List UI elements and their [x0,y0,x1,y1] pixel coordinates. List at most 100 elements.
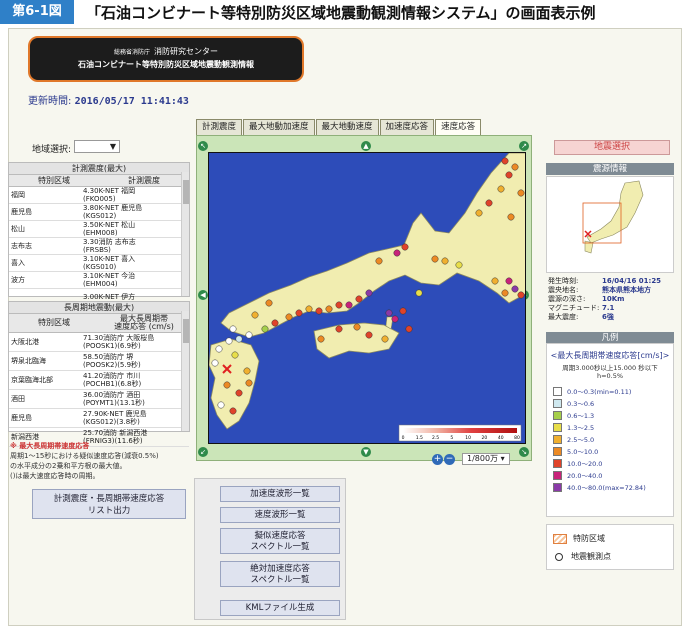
tab-4[interactable]: 加速度応答 [379,119,435,136]
station-marker[interactable] [401,243,409,251]
station-marker[interactable] [243,367,251,375]
pan-north-icon[interactable]: ▲ [361,141,371,151]
acceleration-waveform-button[interactable]: 加速度波形一覧 [220,486,340,502]
station-marker[interactable] [505,277,513,285]
value-cell: 36.00消防庁 酒田 (POYMT1)(13.1秒) [83,391,145,407]
station-marker[interactable] [335,301,343,309]
station-marker[interactable] [375,257,383,265]
station-marker[interactable] [405,325,413,333]
station-marker[interactable] [261,325,269,333]
station-marker[interactable] [393,249,401,257]
station-marker[interactable] [231,351,239,359]
table-scrollbar[interactable] [181,311,189,431]
station-marker[interactable] [245,331,253,339]
station-marker[interactable] [295,309,303,317]
zoom-out-icon[interactable]: − [444,453,455,465]
station-marker[interactable] [317,335,325,343]
table-row[interactable]: 波方 3.10K-NET 今治 (EHM004) [9,272,189,289]
pan-west-icon[interactable]: ◀ [198,290,208,300]
value-cell: 3.00K-NET 伊方 [83,293,136,301]
absolute-acceleration-spectrum-button[interactable]: 絶対加速度応答 スペクトル一覧 [220,561,340,587]
table-row[interactable]: 京葉臨海北部 41.20消防庁 市川 (POCHB1)(6.8秒) [9,371,189,390]
kml-export-button[interactable]: KMLファイル生成 [220,600,340,616]
table-row[interactable]: 松山 3.50K-NET 松山 (EHM008) [9,221,189,238]
legend-item: 2.5〜5.0 [553,433,673,445]
japan-map[interactable]: 0 1.5 2.5 5 10 20 40 80 [208,152,526,444]
pan-southeast-icon[interactable]: ↘ [519,447,529,457]
station-marker[interactable] [415,289,423,297]
station-marker[interactable] [245,379,253,387]
station-marker[interactable] [315,307,323,315]
tab-3[interactable]: 最大地動速度 [315,119,379,136]
pan-northwest-icon[interactable]: ↖ [198,141,208,151]
map-scale-select[interactable]: 1/800万 ▾ [462,453,510,465]
station-marker[interactable] [265,299,273,307]
station-marker[interactable] [441,257,449,265]
table-row[interactable]: 大阪北港 71.30消防庁 大阪桜島 (POOSK1)(6.9秒) [9,333,189,352]
list-output-button[interactable]: 計測震度・長周期帯速度応答 リスト出力 [32,489,186,519]
station-marker[interactable] [431,255,439,263]
station-marker[interactable] [511,163,519,171]
table-row[interactable]: 鹿児島 27.90K-NET 鹿児島 (KGS012)(3.8秒) [9,409,189,428]
station-marker[interactable] [501,157,509,165]
station-marker[interactable] [353,323,361,331]
station-marker[interactable] [365,289,373,297]
station-marker[interactable] [485,199,493,207]
station-marker[interactable] [251,311,259,319]
station-marker[interactable] [505,171,513,179]
station-marker[interactable] [517,189,525,197]
station-marker[interactable] [325,305,333,313]
station-marker[interactable] [229,325,237,333]
station-marker[interactable] [381,335,389,343]
table-row[interactable]: 酒田 36.00消防庁 酒田 (POYMT1)(13.1秒) [9,390,189,409]
table-row[interactable]: 福岡 4.30K-NET 福岡 (FKO005) [9,187,189,204]
table-row[interactable]: 喜入 3.10K-NET 喜入 (KGS010) [9,255,189,272]
pseudo-velocity-spectrum-button[interactable]: 擬似速度応答 スペクトル一覧 [220,528,340,554]
colorbar-tick-label: 20 [482,435,488,441]
station-marker[interactable] [497,185,505,193]
table-scrollbar[interactable] [181,172,189,296]
station-marker[interactable] [285,313,293,321]
tab-2[interactable]: 最大地動加速度 [243,119,315,136]
station-marker[interactable] [455,261,463,269]
station-marker[interactable] [399,307,407,315]
tab-1[interactable]: 計測震度 [196,119,243,136]
station-marker[interactable] [229,407,237,415]
station-marker[interactable] [365,331,373,339]
station-marker[interactable] [235,335,243,343]
pan-northeast-icon[interactable]: ↗ [519,141,529,151]
station-marker[interactable] [217,401,225,409]
table-row[interactable]: 堺泉北臨海 58.50消防庁 堺 (POOSK2)(5.9秒) [9,352,189,371]
note-text: ※ 最大長周期帯速度応答 周期1〜15秒における疑似速度応答(減衰0.5%) の… [10,441,159,481]
zoom-in-icon[interactable]: + [432,453,443,465]
station-marker[interactable] [235,389,243,397]
station-marker[interactable] [271,319,279,327]
area-cell: 志布志 [11,242,32,250]
station-marker[interactable] [211,359,219,367]
station-marker[interactable] [501,289,509,297]
station-marker[interactable] [507,213,515,221]
legend-swatch [553,434,562,444]
pan-southwest-icon[interactable]: ↙ [198,447,208,457]
quake-select-button[interactable]: 地震選択 [554,140,670,155]
station-marker[interactable] [391,315,399,323]
station-marker[interactable] [215,345,223,353]
legend-label: 特防区域 [573,534,605,543]
station-marker[interactable] [511,285,519,293]
station-marker[interactable] [225,337,233,345]
station-marker[interactable] [385,309,393,317]
station-marker[interactable] [345,301,353,309]
table-row[interactable]: 志布志 3.30消防 志布志 (FRSBS) [9,238,189,255]
station-marker[interactable] [223,381,231,389]
velocity-waveform-button[interactable]: 速度波形一覧 [220,507,340,523]
table-row[interactable]: 鹿児島 3.80K-NET 鹿児島 (KGS012) [9,204,189,221]
station-marker[interactable] [491,277,499,285]
pan-south-icon[interactable]: ▼ [361,447,371,457]
station-marker[interactable] [305,305,313,313]
station-marker[interactable] [475,209,483,217]
tab-5[interactable]: 速度応答 [435,119,482,136]
station-marker[interactable] [355,295,363,303]
station-marker[interactable] [517,291,525,299]
station-marker[interactable] [335,325,343,333]
region-select[interactable]: ▼ [74,140,120,153]
